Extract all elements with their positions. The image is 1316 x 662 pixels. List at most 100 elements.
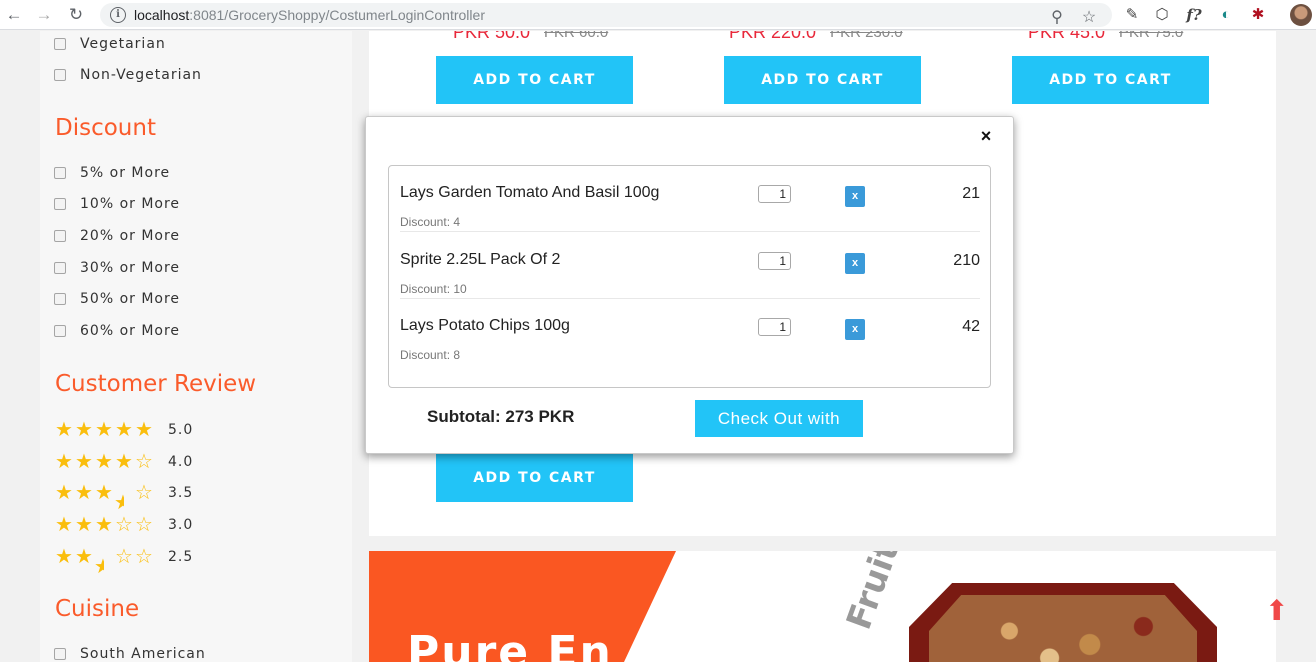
star-empty-icon: ☆ [135,482,153,504]
filter-cuisine-south-american[interactable]: South American [54,644,206,662]
extension-icon[interactable]: ◐ [1216,5,1236,25]
dry-fruit-image [929,595,1197,662]
star-filled-icon: ★ [115,451,133,473]
info-icon[interactable]: i [110,7,126,23]
promo-banner[interactable]: Pure En Fruits [369,551,1276,662]
cart-item-discount: Discount: 8 [400,348,461,362]
price-new: PKR 220.0 [729,31,817,42]
cart-modal: × Lays Garden Tomato And Basil 100g Disc… [365,116,1014,454]
add-to-cart-button[interactable]: ADD TO CART [1012,56,1209,104]
star-icon[interactable]: ☆ [1078,7,1100,29]
filter-review-4.0[interactable]: ★ ★ ★ ★ ☆ 4.0 [54,452,193,472]
address-bar[interactable]: i localhost:8081/GroceryShoppy/CostumerL… [100,3,1112,27]
filter-discount-20[interactable]: 20% or More [54,226,180,246]
remove-item-button[interactable]: x [845,253,865,274]
price-old: PKR 75.0 [1119,31,1184,41]
cart-item-price: 210 [953,252,980,269]
cube-icon[interactable]: ⬡ [1152,5,1172,25]
cart-item-name: Lays Potato Chips 100g [400,317,570,334]
price-new: PKR 50.0 [453,31,531,42]
fx-icon[interactable]: f? [1184,5,1204,25]
cart-item-price: 21 [962,185,980,202]
checkbox[interactable] [54,230,66,242]
review-value: 3.5 [168,485,194,501]
review-value: 4.0 [168,454,194,470]
cart-item-discount: Discount: 4 [400,215,461,229]
price-old: PKR 230.0 [830,31,903,41]
star-filled-icon: ★ [115,419,133,441]
checkout-button[interactable]: Check Out with [695,400,863,437]
star-empty-icon: ☆ [115,514,133,536]
filter-sidebar: Vegetarian Non-Vegetarian Discount 5% or… [40,31,352,662]
lastpass-icon[interactable]: ✱ [1248,5,1268,25]
star-filled-icon: ★ [55,514,73,536]
checkbox[interactable] [54,293,66,305]
filter-label: 50% or More [80,291,181,307]
star-filled-icon: ★ [95,514,113,536]
star-filled-icon: ★ [55,546,73,568]
quantity-input[interactable]: 1 [758,318,791,336]
filter-discount-30[interactable]: 30% or More [54,258,180,278]
cart-item-name: Lays Garden Tomato And Basil 100g [400,184,660,201]
filter-discount-60[interactable]: 60% or More [54,321,180,341]
star-filled-icon: ★ [135,419,153,441]
customer-review-title: Customer Review [55,371,257,397]
review-value: 3.0 [168,517,194,533]
cart-item: Lays Potato Chips 100g Discount: 8 1 x 4… [400,299,980,365]
add-to-cart-button[interactable]: ADD TO CART [724,56,921,104]
price-new: PKR 45.0 [1028,31,1106,42]
checkbox[interactable] [54,648,66,660]
quantity-input[interactable]: 1 [758,252,791,270]
browser-toolbar: ← → ↻ i localhost:8081/GroceryShoppy/Cos… [0,0,1316,30]
scroll-to-top-arrow-icon[interactable]: ⬆ [1265,597,1288,625]
cart-item: Sprite 2.25L Pack Of 2 Discount: 10 1 x … [400,233,980,299]
star-filled-icon: ★ [55,482,73,504]
filter-label: 30% or More [80,260,181,276]
filter-non-vegetarian[interactable]: Non-Vegetarian [54,65,202,85]
checkbox[interactable] [54,262,66,274]
zoom-icon[interactable]: ⚲ [1046,7,1068,29]
checkbox[interactable] [54,69,66,81]
star-filled-icon: ★ [55,419,73,441]
review-value: 5.0 [168,422,194,438]
checkbox[interactable] [54,167,66,179]
checkbox[interactable] [54,198,66,210]
eyedropper-icon[interactable]: ✎ [1122,5,1142,25]
filter-discount-5[interactable]: 5% or More [54,163,170,183]
filter-vegetarian[interactable]: Vegetarian [54,34,166,54]
checkbox[interactable] [54,38,66,50]
remove-item-button[interactable]: x [845,186,865,207]
filter-label: Non-Vegetarian [80,67,202,83]
star-filled-icon: ★ [75,451,93,473]
banner-headline-white: Pure En [407,627,613,662]
remove-item-button[interactable]: x [845,319,865,340]
filter-review-3.5[interactable]: ★ ★ ★ ☆ 3.5 [54,482,194,513]
add-to-cart-button[interactable]: ADD TO CART [436,454,633,502]
add-to-cart-button[interactable]: ADD TO CART [436,56,633,104]
cart-subtotal: Subtotal: 273 PKR [427,407,575,426]
cart-item-name: Sprite 2.25L Pack Of 2 [400,251,561,268]
cart-items-box: Lays Garden Tomato And Basil 100g Discou… [388,165,991,388]
star-filled-icon: ★ [75,546,93,568]
quantity-input[interactable]: 1 [758,185,791,203]
discount-title: Discount [55,115,156,141]
checkbox[interactable] [54,325,66,337]
star-filled-icon: ★ [75,514,93,536]
filter-review-3.0[interactable]: ★ ★ ★ ☆ ☆ 3.0 [54,515,193,535]
reload-icon[interactable]: ↻ [66,5,86,25]
filter-review-2.5[interactable]: ★ ★ ☆ ☆ 2.5 [54,546,193,577]
price-old: PKR 60.0 [544,31,609,41]
star-empty-icon: ☆ [115,546,133,568]
product-price: PKR 50.0 PKR 60.0 [453,31,608,43]
product-price: PKR 45.0 PKR 75.0 [1028,31,1183,43]
back-icon[interactable]: ← [4,5,24,25]
forward-icon[interactable]: → [34,5,54,25]
filter-label: 10% or More [80,196,181,212]
divider [400,231,980,232]
filter-discount-50[interactable]: 50% or More [54,289,180,309]
filter-review-5.0[interactable]: ★ ★ ★ ★ ★ 5.0 [54,420,193,440]
filter-discount-10[interactable]: 10% or More [54,194,180,214]
star-filled-icon: ★ [95,451,113,473]
avatar[interactable] [1290,4,1312,26]
close-icon[interactable]: × [976,125,996,147]
